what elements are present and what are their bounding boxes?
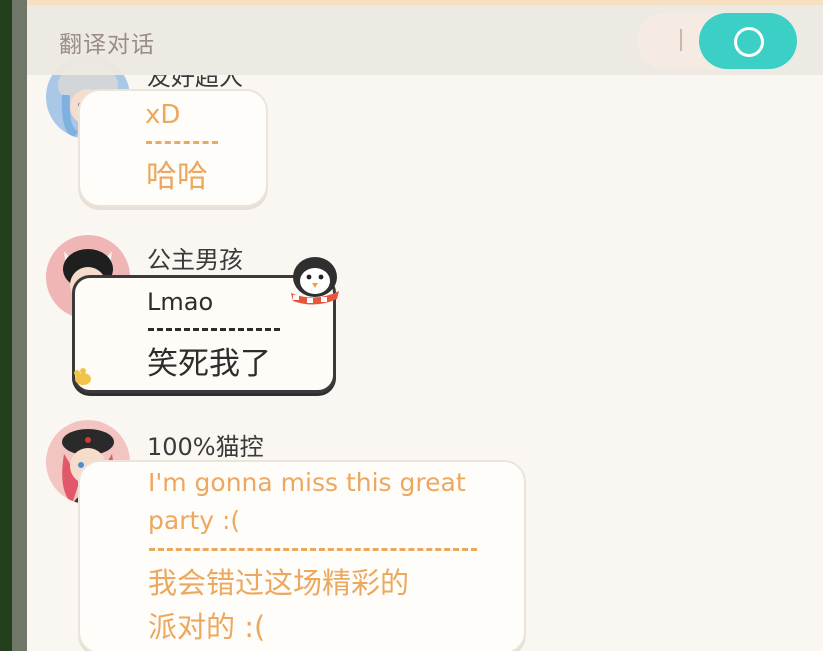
message-original-text: Lmao	[147, 288, 214, 316]
chat-list[interactable]: 友好超人 xD 哈哈 公主男孩 Lmao 笑死我了 100%猫控 I'm gon…	[27, 5, 823, 651]
left-edge-shadow	[12, 0, 27, 651]
sender-name: 100%猫控	[147, 433, 264, 461]
left-edge-strip	[0, 0, 12, 651]
message-original-text: xD	[145, 100, 181, 130]
message-translation-line: 我会错过这场精彩的	[148, 566, 410, 600]
toggle-off-indicator	[680, 29, 682, 51]
toggle-on-icon	[734, 27, 764, 57]
message-bubble[interactable]: xD 哈哈	[78, 89, 268, 207]
message-original-line: party :(	[148, 506, 241, 535]
message-bubble[interactable]: I'm gonna miss this great party :( 我会错过这…	[78, 460, 526, 651]
header-title: 翻译对话	[59, 32, 155, 58]
translate-chat-header: 翻译对话	[27, 5, 823, 75]
paw-icon	[74, 368, 91, 385]
sender-name: 公主男孩	[147, 246, 243, 274]
message-translation-line: 派对的 :(	[148, 610, 266, 644]
message-translation-text: 哈哈	[146, 159, 208, 195]
message-translation-text: 笑死我了	[147, 346, 271, 382]
translation-divider	[148, 328, 280, 331]
toggle-knob[interactable]	[699, 13, 797, 69]
translate-toggle[interactable]	[637, 13, 797, 69]
penguin-icon	[291, 257, 339, 305]
translation-divider	[149, 548, 477, 551]
translation-divider	[146, 141, 218, 144]
message-original-line: I'm gonna miss this great	[148, 468, 466, 497]
